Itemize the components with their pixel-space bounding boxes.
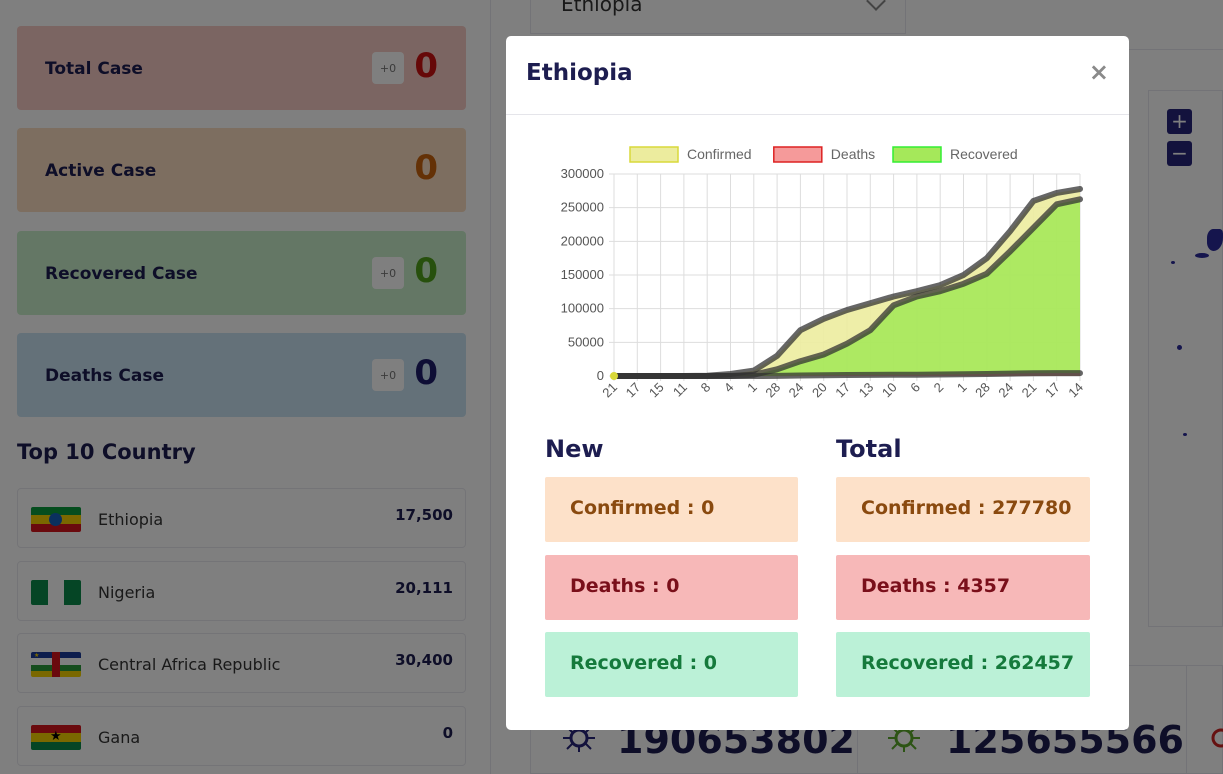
y-tick-label: 0 bbox=[597, 368, 604, 383]
cases-chart: 0 50000 100000 150000 200000 250000 300000 21 17… bbox=[536, 136, 1101, 416]
y-tick-label: 150000 bbox=[561, 267, 604, 282]
total-recovered-text: Recovered : 262457 bbox=[861, 652, 1075, 674]
x-tick-label: 10 bbox=[879, 380, 900, 401]
total-confirmed-box: Confirmed : 277780 bbox=[836, 477, 1090, 542]
new-deaths-box: Deaths : 0 bbox=[545, 555, 798, 620]
country-detail-modal: Ethiopia × 0 50000 100000 150000 200000 25000… bbox=[506, 36, 1129, 730]
y-tick-label: 50000 bbox=[568, 334, 604, 349]
legend-swatch-recovered bbox=[892, 146, 942, 163]
series-line-deaths bbox=[611, 370, 1083, 379]
x-tick-label: 24 bbox=[786, 380, 807, 401]
new-recovered-box: Recovered : 0 bbox=[545, 632, 798, 697]
x-tick-label: 28 bbox=[762, 380, 783, 401]
legend-label-confirmed: Confirmed bbox=[687, 146, 752, 162]
new-section-title: New bbox=[545, 435, 604, 463]
new-deaths-text: Deaths : 0 bbox=[570, 575, 680, 597]
total-recovered-box: Recovered : 262457 bbox=[836, 632, 1090, 697]
new-recovered-text: Recovered : 0 bbox=[570, 652, 718, 674]
x-tick-label: 1 bbox=[954, 380, 970, 396]
close-icon[interactable]: × bbox=[1089, 58, 1109, 86]
new-confirmed-box: Confirmed : 0 bbox=[545, 477, 798, 542]
y-tick-label: 200000 bbox=[561, 233, 604, 248]
x-tick-label: 24 bbox=[995, 380, 1016, 401]
total-section-title: Total bbox=[836, 435, 902, 463]
legend-swatch-deaths bbox=[773, 146, 823, 163]
x-tick-label: 2 bbox=[931, 380, 947, 396]
x-tick-label: 14 bbox=[1065, 380, 1086, 401]
legend-label-recovered: Recovered bbox=[950, 146, 1018, 162]
series-start-point bbox=[610, 372, 618, 380]
modal-title: Ethiopia bbox=[526, 60, 633, 86]
x-tick-label: 13 bbox=[856, 380, 877, 401]
legend-swatch-confirmed bbox=[629, 146, 679, 163]
x-tick-label: 1 bbox=[744, 380, 760, 396]
x-tick-label: 17 bbox=[623, 380, 644, 401]
x-tick-label: 8 bbox=[698, 380, 714, 396]
x-tick-label: 15 bbox=[646, 380, 667, 401]
new-confirmed-text: Confirmed : 0 bbox=[570, 497, 715, 519]
x-tick-label: 21 bbox=[1019, 380, 1040, 401]
x-tick-label: 4 bbox=[721, 380, 737, 396]
x-tick-label: 11 bbox=[670, 380, 690, 400]
total-deaths-box: Deaths : 4357 bbox=[836, 555, 1090, 620]
x-tick-label: 6 bbox=[907, 380, 923, 396]
y-tick-label: 250000 bbox=[561, 200, 604, 215]
y-tick-label: 100000 bbox=[561, 301, 604, 316]
modal-header: Ethiopia × bbox=[506, 36, 1129, 115]
x-tick-label: 28 bbox=[972, 380, 993, 401]
cases-chart-svg: 05000010000015000020000025000030000021 17… bbox=[561, 146, 1087, 401]
legend-label-deaths: Deaths bbox=[831, 146, 875, 162]
total-confirmed-text: Confirmed : 277780 bbox=[861, 497, 1072, 519]
x-tick-label: 20 bbox=[809, 380, 830, 401]
y-tick-label: 300000 bbox=[561, 166, 604, 181]
x-tick-label: 17 bbox=[832, 380, 853, 401]
x-tick-label: 17 bbox=[1042, 380, 1063, 401]
total-deaths-text: Deaths : 4357 bbox=[861, 575, 1011, 597]
